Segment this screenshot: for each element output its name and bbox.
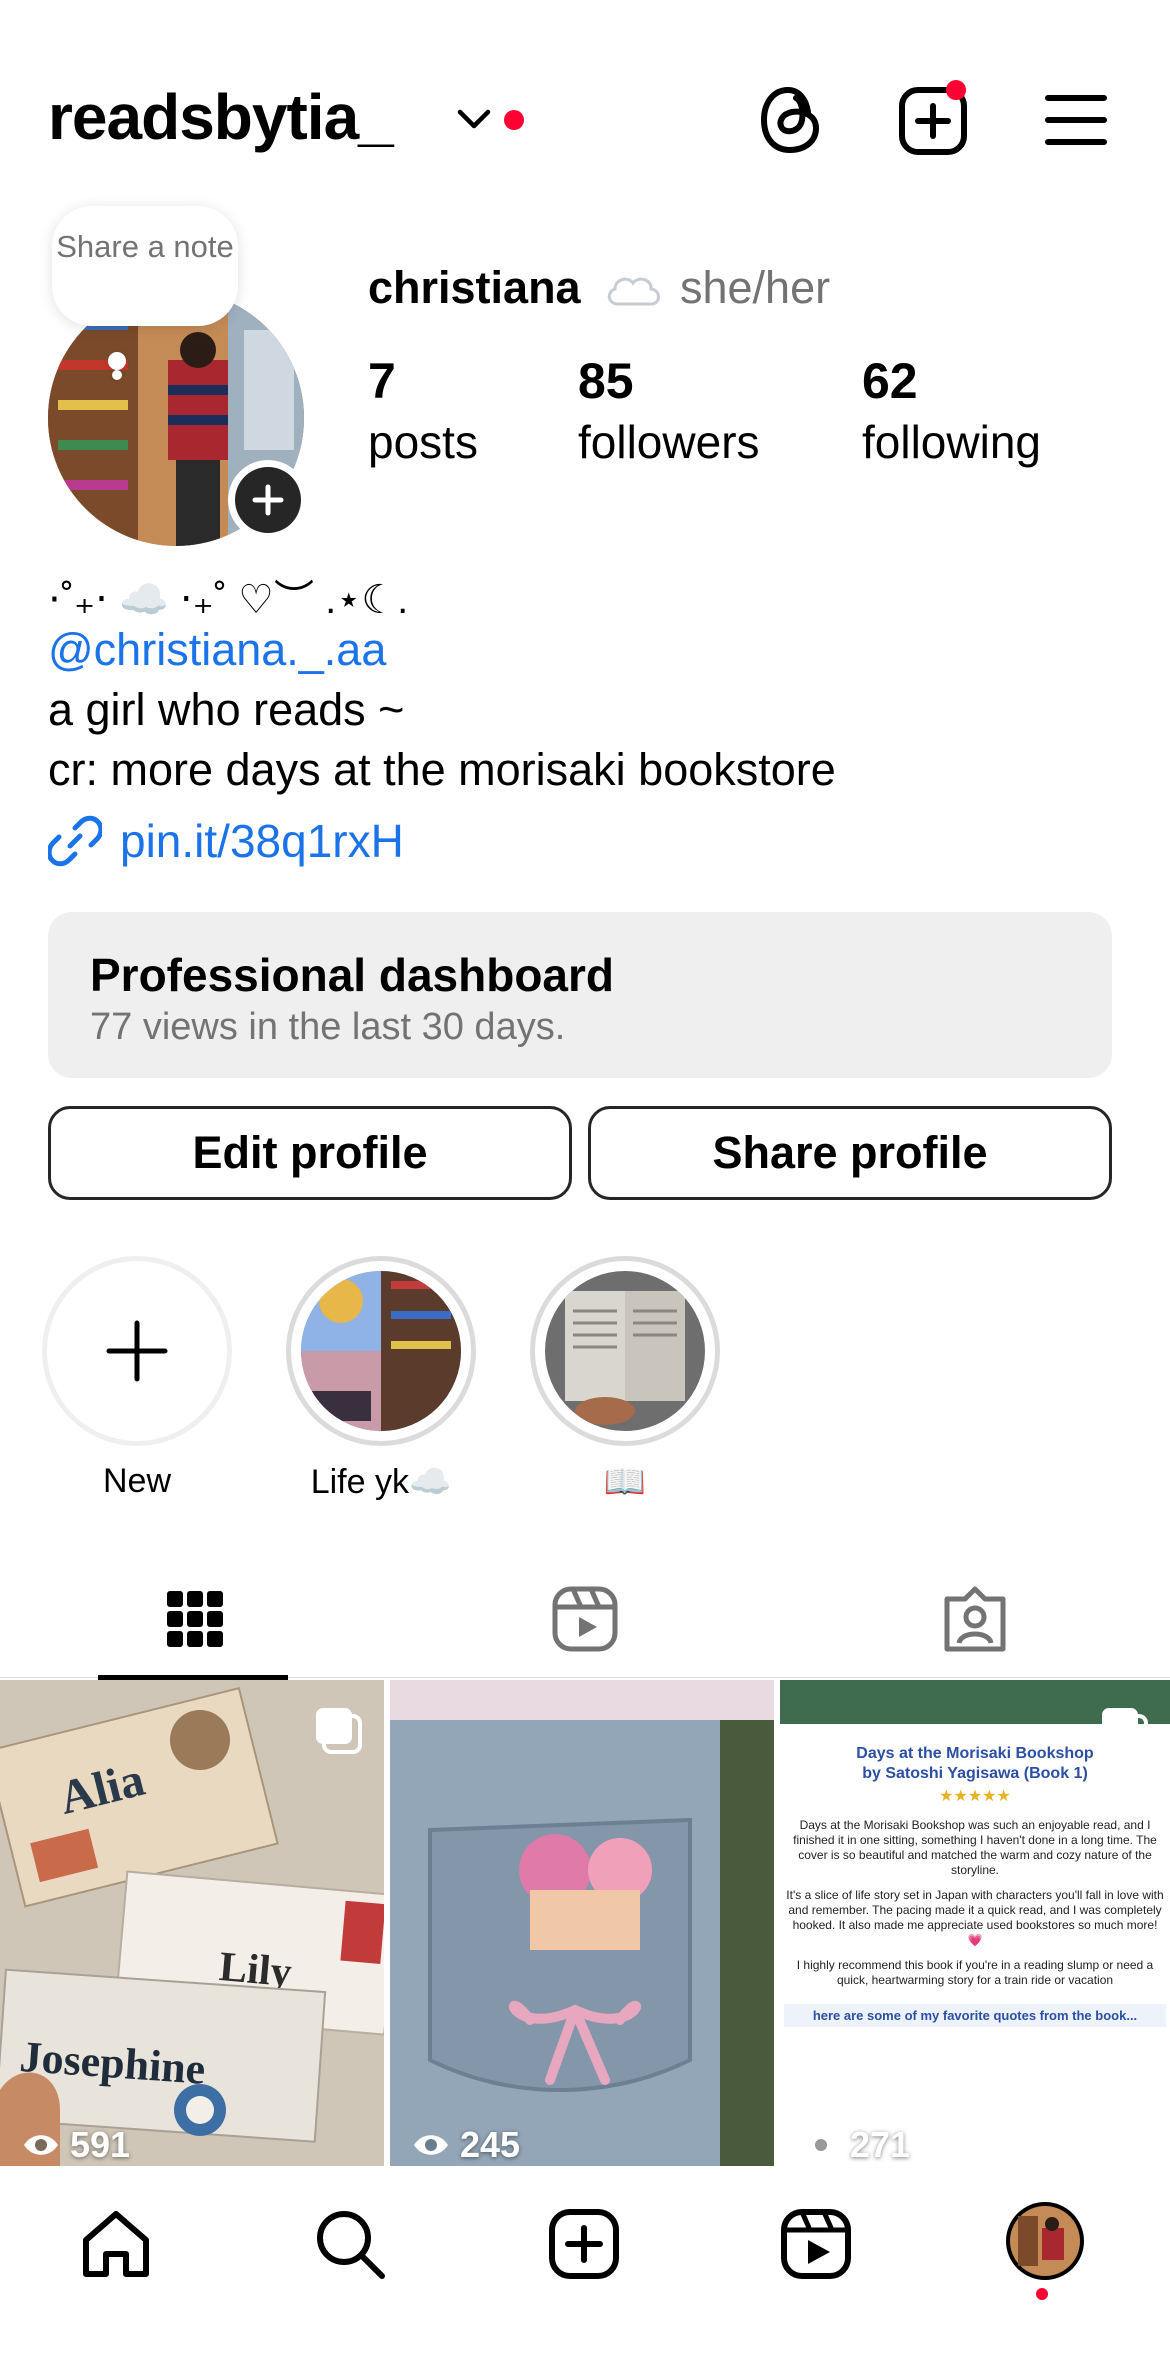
share-profile-button[interactable]: Share profile	[588, 1106, 1112, 1200]
highlight-label: 📖	[603, 1463, 647, 1501]
username-title[interactable]: readsbytia_	[48, 80, 394, 154]
plus-icon	[106, 1320, 168, 1382]
review-paragraph-2: It's a slice of life story set in Japan …	[786, 1888, 1164, 1947]
profile-avatar[interactable]	[1004, 2200, 1086, 2282]
notification-dot	[504, 110, 524, 130]
threads-icon[interactable]	[756, 80, 828, 158]
eye-icon	[24, 2135, 58, 2155]
link-icon	[48, 814, 102, 868]
highlight-life[interactable]: Life yk☁️	[286, 1256, 476, 1502]
dashboard-subtitle: 77 views in the last 30 days.	[90, 1006, 566, 1048]
post-views: 245	[412, 2124, 520, 2166]
post-tile-1[interactable]: Alia Lily Josephine 591	[0, 1680, 384, 2170]
dashboard-title: Professional dashboard	[90, 949, 615, 1001]
hamburger-menu-icon[interactable]	[1044, 80, 1108, 160]
tab-grid[interactable]	[0, 1560, 390, 1680]
followers-label: followers	[578, 416, 760, 468]
highlight-ring[interactable]	[286, 1256, 476, 1446]
following-count: 62	[862, 353, 918, 409]
eye-icon	[804, 2135, 838, 2155]
create-notification-dot	[946, 80, 966, 100]
tagged-icon	[944, 1586, 1006, 1652]
chevron-down-icon[interactable]	[456, 108, 492, 132]
new-highlight-ring[interactable]	[42, 1256, 232, 1446]
share-note-bubble[interactable]: Share a note	[52, 206, 238, 326]
note-bubble-tail	[108, 352, 126, 370]
bottom-navigation	[0, 2166, 1170, 2374]
bio-link-text[interactable]: pin.it/38q1rxH	[120, 814, 404, 868]
profile-tabs	[0, 1560, 1170, 1680]
review-paragraph-1: Days at the Morisaki Bookshop was such a…	[793, 1818, 1157, 1877]
highlight-label: Life yk☁️	[310, 1463, 452, 1501]
grid-icon	[167, 1591, 223, 1647]
top-bar: readsbytia_	[0, 60, 1170, 180]
reels-icon[interactable]	[778, 2206, 854, 2282]
highlight-book[interactable]: 📖	[530, 1256, 720, 1502]
review-card: Days at the Morisaki Bookshop by Satoshi…	[780, 1724, 1170, 2170]
highlight-ring[interactable]	[530, 1256, 720, 1446]
highlight-label: New	[102, 1462, 172, 1500]
posts-grid: Alia Lily Josephine 591 245 Days at the …	[0, 1680, 1170, 2170]
bio-line-2: cr: more days at the morisaki bookstore	[48, 744, 836, 795]
review-footer: here are some of my favorite quotes from…	[784, 2004, 1166, 2027]
following-stat[interactable]: 62 following	[862, 350, 1041, 472]
posts-label: posts	[368, 416, 478, 468]
views-count: 591	[70, 2124, 131, 2165]
professional-dashboard[interactable]: Professional dashboard 77 views in the l…	[48, 912, 1112, 1078]
tab-tagged[interactable]	[780, 1560, 1170, 1678]
add-story-button[interactable]	[228, 460, 308, 540]
highlight-cover-image	[545, 1271, 705, 1431]
multiple-photos-icon	[1098, 1704, 1150, 1756]
pronouns: she/her	[680, 262, 831, 313]
display-name: christiana	[368, 262, 581, 313]
views-count: 245	[460, 2124, 521, 2165]
eye-icon	[414, 2135, 448, 2155]
profile-avatar-wrap[interactable]	[48, 290, 308, 546]
posts-stat[interactable]: 7 posts	[368, 350, 478, 472]
followers-stat[interactable]: 85 followers	[578, 350, 760, 472]
highlight-new[interactable]: New	[42, 1256, 232, 1501]
post-tile-2[interactable]: 245	[390, 1680, 774, 2170]
bio-line-1: a girl who reads ~	[48, 684, 405, 735]
cloud-icon	[604, 270, 664, 310]
bio-mention-link[interactable]: @christiana._.aa	[48, 620, 386, 680]
edit-profile-button[interactable]: Edit profile	[48, 1106, 572, 1200]
home-icon[interactable]	[78, 2206, 154, 2282]
tab-reels[interactable]	[390, 1560, 780, 1678]
post-tile-3[interactable]: Days at the Morisaki Bookshop by Satoshi…	[780, 1680, 1170, 2170]
note-bubble-tail-small	[112, 370, 122, 380]
reels-icon	[552, 1586, 618, 1652]
following-label: following	[862, 416, 1041, 468]
create-icon[interactable]	[546, 2206, 622, 2282]
highlight-cover-image	[301, 1271, 461, 1431]
profile-notification-dot	[1036, 2288, 1048, 2300]
review-stars: ★★★★★	[939, 1788, 1011, 1805]
followers-count: 85	[578, 353, 634, 409]
review-paragraph-3: I highly recommend this book if you're i…	[796, 1958, 1154, 1987]
post-views: 271	[802, 2124, 910, 2166]
posts-count: 7	[368, 353, 396, 409]
multiple-photos-icon	[312, 1704, 364, 1756]
post-image-jeans	[390, 1680, 774, 2170]
search-icon[interactable]	[312, 2206, 388, 2282]
post-views: 591	[22, 2124, 130, 2166]
views-count: 271	[850, 2124, 911, 2165]
bio-external-link[interactable]: pin.it/38q1rxH	[48, 814, 404, 868]
